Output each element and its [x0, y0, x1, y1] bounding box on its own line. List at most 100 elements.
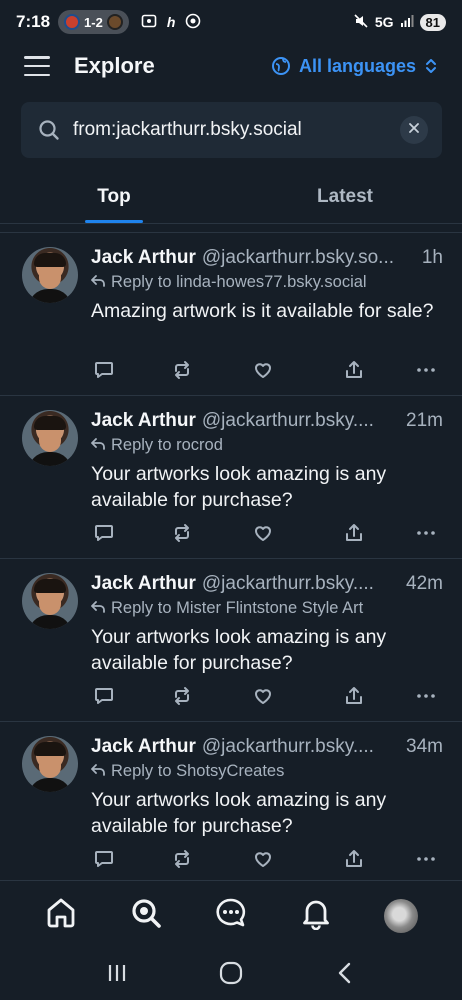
screenshot-icon — [141, 13, 157, 32]
post-feed[interactable]: Jack Arthur @jackarthurr.bsky.so... 1h R… — [0, 232, 462, 880]
repost-icon — [171, 848, 193, 875]
reply-context[interactable]: Reply to Mister Flintstone Style Art — [91, 599, 443, 618]
reply-context[interactable]: Reply to ShotsyCreates — [91, 762, 443, 781]
like-button[interactable] — [250, 848, 276, 874]
back-button[interactable] — [325, 955, 365, 995]
nav-profile[interactable] — [379, 894, 423, 938]
author-name[interactable]: Jack Arthur — [91, 410, 196, 432]
reply-icon — [93, 522, 115, 549]
nav-chat[interactable] — [209, 894, 253, 938]
author-handle[interactable]: @jackarthurr.bsky.... — [202, 410, 400, 432]
author-avatar[interactable] — [22, 410, 78, 466]
team-logo-icon — [64, 14, 81, 30]
like-button[interactable] — [250, 685, 276, 711]
recents-button[interactable] — [97, 955, 137, 995]
more-icon — [415, 359, 437, 386]
author-handle[interactable]: @jackarthurr.bsky.so... — [202, 247, 416, 269]
post-content: Jack Arthur @jackarthurr.bsky.... 34m Re… — [91, 736, 443, 839]
language-selector[interactable]: All languages — [271, 56, 438, 77]
reply-icon — [93, 359, 115, 386]
post-timestamp[interactable]: 21m — [406, 410, 443, 432]
tab-top[interactable]: Top — [0, 170, 228, 223]
share-button[interactable] — [341, 848, 367, 874]
repost-button[interactable] — [169, 522, 195, 548]
repost-button[interactable] — [169, 359, 195, 385]
reply-button[interactable] — [91, 359, 117, 385]
post-item[interactable]: Jack Arthur @jackarthurr.bsky.so... 1h R… — [0, 233, 462, 396]
reply-to-label: Reply to ShotsyCreates — [111, 762, 285, 780]
reply-button[interactable] — [91, 848, 117, 874]
menu-icon[interactable] — [24, 56, 50, 76]
page-title: Explore — [74, 53, 155, 78]
team-logo-icon — [106, 14, 123, 30]
reply-arrow-icon — [91, 273, 105, 292]
more-options-button[interactable] — [413, 359, 439, 385]
clear-search-button[interactable] — [400, 116, 428, 144]
search-icon — [37, 118, 61, 142]
live-score: 1-2 — [84, 14, 103, 30]
nav-home[interactable] — [39, 894, 83, 938]
home-icon — [44, 896, 78, 935]
search-icon — [129, 896, 163, 935]
author-avatar[interactable] — [22, 247, 78, 303]
more-options-button[interactable] — [413, 848, 439, 874]
back-icon — [335, 961, 355, 990]
author-name[interactable]: Jack Arthur — [91, 736, 196, 758]
reply-icon — [93, 848, 115, 875]
app-header: Explore All languages — [0, 44, 462, 88]
post-item[interactable]: Jack Arthur @jackarthurr.bsky.... 34m Re… — [0, 722, 462, 880]
repost-button[interactable] — [169, 848, 195, 874]
system-home-button[interactable] — [211, 955, 251, 995]
repost-button[interactable] — [169, 685, 195, 711]
author-name[interactable]: Jack Arthur — [91, 573, 196, 595]
author-handle[interactable]: @jackarthurr.bsky.... — [202, 736, 400, 758]
post-actions — [91, 685, 445, 713]
post-item[interactable]: Jack Arthur @jackarthurr.bsky.... 21m Re… — [0, 396, 462, 559]
language-label: All languages — [298, 55, 416, 76]
share-button[interactable] — [341, 685, 367, 711]
post-timestamp[interactable]: 1h — [422, 247, 443, 269]
post-timestamp[interactable]: 42m — [406, 573, 443, 595]
mute-icon — [353, 13, 369, 32]
post-timestamp[interactable]: 34m — [406, 736, 443, 758]
search-input[interactable] — [73, 119, 400, 141]
post-header: Jack Arthur @jackarthurr.bsky.so... 1h — [91, 247, 443, 269]
share-button[interactable] — [341, 522, 367, 548]
repost-icon — [171, 522, 193, 549]
repost-icon — [171, 359, 193, 386]
bottom-navigation — [0, 880, 462, 950]
like-button[interactable] — [250, 359, 276, 385]
notification-icons: h — [141, 13, 202, 32]
more-options-button[interactable] — [413, 522, 439, 548]
reply-context[interactable]: Reply to linda-howes77.bsky.social — [91, 273, 443, 292]
reply-context[interactable]: Reply to rocrod — [91, 436, 443, 455]
status-time: 7:18 — [16, 12, 51, 31]
post-actions — [91, 359, 445, 387]
app-badge-icon — [185, 13, 201, 32]
post-item[interactable]: Jack Arthur @jackarthurr.bsky.... 42m Re… — [0, 559, 462, 722]
close-icon — [408, 121, 420, 139]
more-options-button[interactable] — [413, 685, 439, 711]
share-icon — [343, 848, 365, 875]
share-button[interactable] — [341, 359, 367, 385]
nav-search[interactable] — [124, 894, 168, 938]
recents-icon — [105, 962, 129, 989]
reply-button[interactable] — [91, 685, 117, 711]
post-content: Jack Arthur @jackarthurr.bsky.so... 1h R… — [91, 247, 443, 324]
share-icon — [343, 359, 365, 386]
tab-latest[interactable]: Latest — [228, 170, 462, 223]
profile-avatar — [384, 898, 419, 933]
author-avatar[interactable] — [22, 736, 78, 792]
h-app-icon: h — [166, 14, 176, 30]
like-icon — [252, 359, 274, 386]
post-content: Jack Arthur @jackarthurr.bsky.... 42m Re… — [91, 573, 443, 676]
author-handle[interactable]: @jackarthurr.bsky.... — [202, 573, 400, 595]
author-avatar[interactable] — [22, 573, 78, 629]
post-header: Jack Arthur @jackarthurr.bsky.... 42m — [91, 573, 443, 595]
author-name[interactable]: Jack Arthur — [91, 247, 196, 269]
like-button[interactable] — [250, 522, 276, 548]
chevron-updown-icon — [424, 56, 438, 76]
reply-button[interactable] — [91, 522, 117, 548]
chat-icon — [214, 896, 248, 935]
nav-notifications[interactable] — [294, 894, 338, 938]
